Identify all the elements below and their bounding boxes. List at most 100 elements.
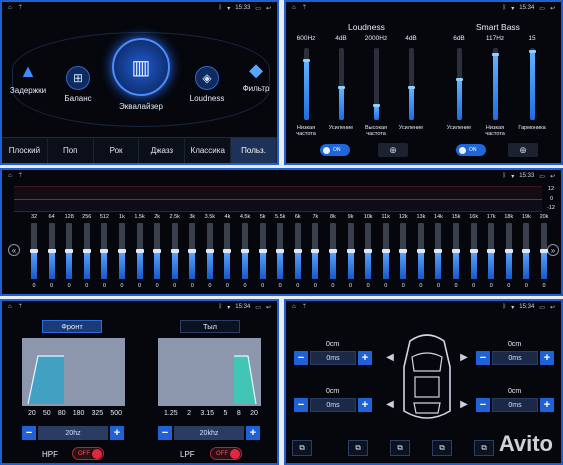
loudness-slider[interactable] [408, 48, 415, 120]
eq-band-handle[interactable] [135, 249, 144, 253]
eq-band-slider[interactable] [504, 223, 513, 279]
back-icon[interactable]: ↩ [550, 173, 555, 180]
tab-preset-flat[interactable]: Плоский [2, 138, 48, 163]
loudness-slider[interactable] [492, 48, 499, 120]
smartbass-toggle[interactable]: ON [456, 144, 486, 156]
eq-band-slider[interactable] [82, 223, 91, 279]
eq-band-handle[interactable] [364, 249, 373, 253]
mode-loudness[interactable]: ◈ Loudness [182, 66, 232, 103]
home-icon[interactable]: ⌂ [292, 304, 296, 310]
home-icon[interactable]: ⌂ [8, 5, 12, 11]
front-tab[interactable]: Фронт [42, 320, 102, 333]
listener-preset-3-button[interactable]: ⧉ [390, 440, 410, 456]
loudness-slider[interactable] [456, 48, 463, 120]
eq-band-handle[interactable] [434, 249, 443, 253]
loudness-slider[interactable] [303, 48, 310, 120]
eq-band-slider[interactable] [311, 223, 320, 279]
loudness-settings-button[interactable]: ⊕ [378, 143, 408, 157]
back-icon[interactable]: ↩ [266, 304, 271, 311]
mode-balance[interactable]: ⊞ Баланс [54, 66, 102, 103]
listener-preset-4-button[interactable]: ⧉ [432, 440, 452, 456]
window-icon[interactable]: ▭ [539, 5, 545, 12]
eq-band-handle[interactable] [30, 249, 38, 253]
lpf-minus-button[interactable]: − [158, 426, 172, 440]
scroll-left-button[interactable]: « [8, 244, 20, 256]
tab-preset-pop[interactable]: Поп [48, 138, 94, 163]
eq-band-slider[interactable] [153, 223, 162, 279]
slider-handle[interactable] [338, 85, 345, 89]
eq-band-handle[interactable] [504, 249, 513, 253]
mode-filter[interactable]: ◆ Фильтр [234, 56, 277, 94]
eq-band-handle[interactable] [293, 249, 302, 253]
slider-handle[interactable] [492, 53, 499, 57]
loudness-slider[interactable] [373, 48, 380, 120]
eq-band-slider[interactable] [469, 223, 478, 279]
eq-band-handle[interactable] [153, 249, 162, 253]
eq-band-handle[interactable] [452, 249, 461, 253]
home-icon[interactable]: ⌂ [8, 304, 12, 310]
eq-band-handle[interactable] [117, 249, 126, 253]
eq-band-slider[interactable] [416, 223, 425, 279]
front-left-plus-button[interactable]: + [358, 351, 372, 365]
eq-band-handle[interactable] [65, 249, 74, 253]
back-icon[interactable]: ↩ [266, 5, 271, 12]
listener-preset-2-button[interactable]: ⧉ [348, 440, 368, 456]
loudness-slider[interactable] [529, 48, 536, 120]
eq-band-handle[interactable] [416, 249, 425, 253]
eq-band-slider[interactable] [30, 223, 38, 279]
rear-left-minus-button[interactable]: − [294, 398, 308, 412]
eq-band-slider[interactable] [100, 223, 109, 279]
hpf-toggle[interactable]: OFF [72, 447, 104, 460]
hpf-minus-button[interactable]: − [22, 426, 36, 440]
eq-band-slider[interactable] [540, 223, 548, 279]
listener-preset-5-button[interactable]: ⧉ [474, 440, 494, 456]
tab-preset-jazz[interactable]: Джазз [139, 138, 186, 163]
tab-preset-classic[interactable]: Классика [185, 138, 232, 163]
eq-band-slider[interactable] [205, 223, 214, 279]
window-icon[interactable]: ▭ [539, 304, 545, 311]
eq-band-slider[interactable] [434, 223, 443, 279]
eq-band-slider[interactable] [47, 223, 56, 279]
front-right-minus-button[interactable]: − [476, 351, 490, 365]
tab-preset-user[interactable]: Польз. [231, 138, 277, 163]
eq-band-slider[interactable] [241, 223, 250, 279]
eq-band-handle[interactable] [241, 249, 250, 253]
home-icon[interactable]: ⌂ [8, 173, 12, 179]
eq-band-slider[interactable] [170, 223, 179, 279]
eq-band-handle[interactable] [276, 249, 285, 253]
eq-band-slider[interactable] [117, 223, 126, 279]
smartbass-settings-button[interactable]: ⊕ [508, 143, 538, 157]
eq-band-slider[interactable] [346, 223, 355, 279]
eq-band-slider[interactable] [276, 223, 285, 279]
eq-band-slider[interactable] [188, 223, 197, 279]
speaker-front-right-icon[interactable]: ▶ [458, 351, 470, 363]
eq-band-handle[interactable] [205, 249, 214, 253]
eq-band-handle[interactable] [100, 249, 109, 253]
home-icon[interactable]: ⌂ [292, 5, 296, 11]
eq-band-handle[interactable] [170, 249, 179, 253]
rear-tab[interactable]: Тыл [180, 320, 240, 333]
hpf-plus-button[interactable]: + [110, 426, 124, 440]
eq-band-handle[interactable] [381, 249, 390, 253]
tab-preset-rock[interactable]: Рок [94, 138, 140, 163]
eq-band-slider[interactable] [381, 223, 390, 279]
eq-band-handle[interactable] [328, 249, 337, 253]
eq-band-handle[interactable] [47, 249, 56, 253]
mode-equalizer[interactable]: ▥ Эквалайзер [101, 38, 181, 111]
mode-delays[interactable]: ▲ Задержки [4, 56, 52, 96]
speaker-front-left-icon[interactable]: ◀ [384, 351, 396, 363]
eq-band-handle[interactable] [82, 249, 91, 253]
eq-band-slider[interactable] [487, 223, 496, 279]
lpf-toggle[interactable]: OFF [210, 447, 242, 460]
eq-band-handle[interactable] [487, 249, 496, 253]
rear-right-plus-button[interactable]: + [540, 398, 554, 412]
eq-band-slider[interactable] [135, 223, 144, 279]
eq-band-handle[interactable] [188, 249, 197, 253]
eq-band-slider[interactable] [452, 223, 461, 279]
eq-band-handle[interactable] [311, 249, 320, 253]
lpf-plus-button[interactable]: + [246, 426, 260, 440]
slider-handle[interactable] [303, 58, 310, 62]
eq-band-slider[interactable] [399, 223, 408, 279]
eq-band-slider[interactable] [223, 223, 232, 279]
speaker-rear-left-icon[interactable]: ◀ [384, 398, 396, 410]
